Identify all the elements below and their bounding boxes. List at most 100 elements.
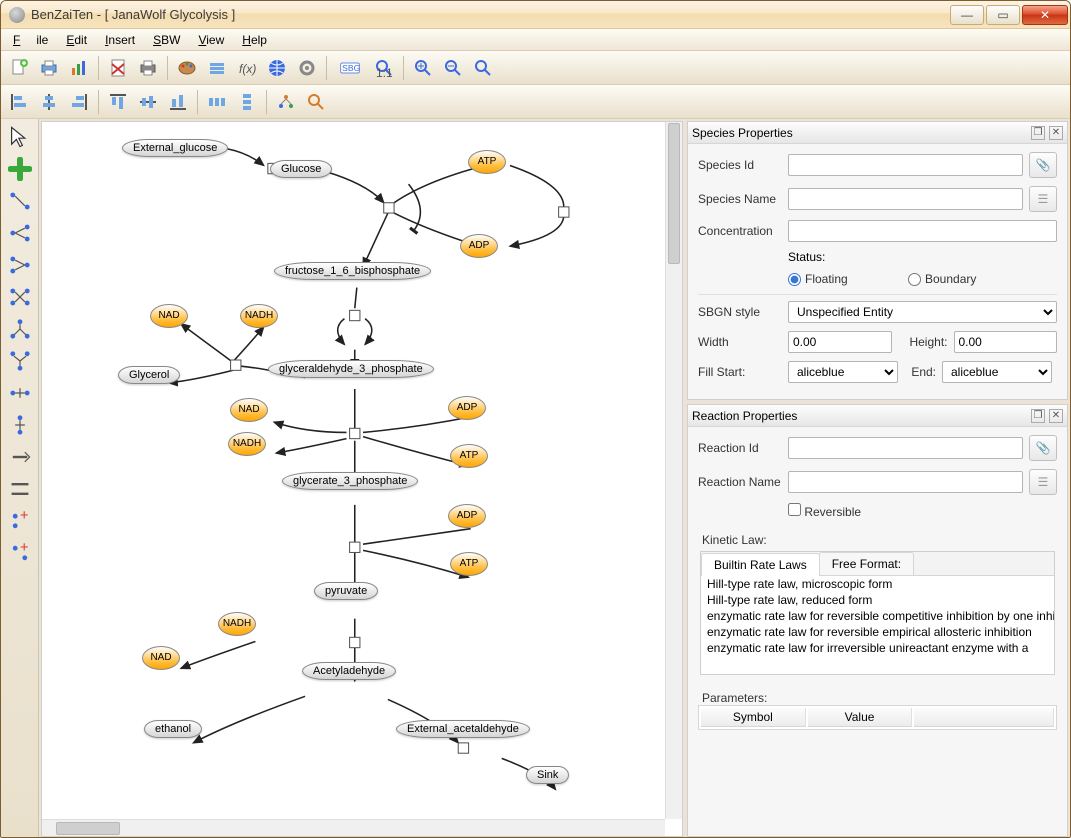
- reaction2-tool-icon[interactable]: [8, 221, 32, 245]
- reaction4-tool-icon[interactable]: [8, 285, 32, 309]
- zoom-out-icon[interactable]: [439, 54, 467, 82]
- panel-undock-icon[interactable]: ❐: [1031, 409, 1045, 423]
- node-nadh-1[interactable]: NADH: [240, 304, 278, 328]
- list-item[interactable]: enzymatic rate law for irreversible unir…: [701, 640, 1054, 656]
- node-adp-1[interactable]: ADP: [460, 234, 498, 258]
- node-g3p[interactable]: glycerate_3_phosphate: [282, 472, 418, 490]
- fill-start-select[interactable]: aliceblue: [788, 361, 898, 383]
- node-gap[interactable]: glyceraldehyde_3_phosphate: [268, 360, 434, 378]
- node-glycerol[interactable]: Glycerol: [118, 366, 180, 384]
- list-item[interactable]: enzymatic rate law for reversible empiri…: [701, 624, 1054, 640]
- reaction-id-input[interactable]: [788, 437, 1023, 459]
- chart-icon[interactable]: [65, 54, 93, 82]
- print2-icon[interactable]: [134, 54, 162, 82]
- node-acet[interactable]: Acetyladehyde: [302, 662, 396, 680]
- align-bottom-icon[interactable]: [164, 88, 192, 116]
- maximize-button[interactable]: ▭: [986, 5, 1020, 25]
- menu-insert[interactable]: Insert: [97, 31, 143, 49]
- reaction12-tool-icon[interactable]: +: [8, 541, 32, 565]
- node-adp-2[interactable]: ADP: [448, 396, 486, 420]
- pdf-icon[interactable]: [104, 54, 132, 82]
- menu-edit[interactable]: Edit: [58, 31, 95, 49]
- tab-free-format[interactable]: Free Format:: [819, 552, 914, 575]
- node-fbp[interactable]: fructose_1_6_bisphosphate: [274, 262, 431, 280]
- list-item[interactable]: Hill-type rate law, microscopic form: [701, 576, 1054, 592]
- node-atp-3[interactable]: ATP: [450, 552, 488, 576]
- sbgn-select[interactable]: Unspecified Entity: [788, 301, 1057, 323]
- globe-icon[interactable]: [263, 54, 291, 82]
- node-glucose[interactable]: Glucose: [270, 160, 332, 178]
- reversible-checkbox[interactable]: Reversible: [788, 503, 872, 519]
- reaction6-tool-icon[interactable]: [8, 349, 32, 373]
- node-atp-1[interactable]: ATP: [468, 150, 506, 174]
- menu-sbw[interactable]: SBW: [145, 31, 188, 49]
- align-top-icon[interactable]: [104, 88, 132, 116]
- floating-radio[interactable]: Floating: [788, 272, 872, 286]
- species-name-action-icon[interactable]: ☰: [1029, 186, 1057, 212]
- node-nad-1[interactable]: NAD: [150, 304, 188, 328]
- reaction-name-input[interactable]: [788, 471, 1023, 493]
- align-center-h-icon[interactable]: [35, 88, 63, 116]
- width-input[interactable]: [788, 331, 892, 353]
- node-atp-2[interactable]: ATP: [450, 444, 488, 468]
- fill-end-select[interactable]: aliceblue: [942, 361, 1052, 383]
- menu-view[interactable]: View: [190, 31, 232, 49]
- close-button[interactable]: ✕: [1022, 5, 1068, 25]
- height-input[interactable]: [954, 331, 1058, 353]
- node-external-glucose[interactable]: External_glucose: [122, 139, 228, 157]
- concentration-input[interactable]: [788, 220, 1057, 242]
- align-left-icon[interactable]: [5, 88, 33, 116]
- list-item[interactable]: enzymatic rate law for reversible compet…: [701, 608, 1054, 624]
- panel-close-icon[interactable]: ✕: [1049, 409, 1063, 423]
- node-ext-acet[interactable]: External_acetaldehyde: [396, 720, 530, 738]
- panel-close-icon[interactable]: ✕: [1049, 126, 1063, 140]
- cursor-tool-icon[interactable]: [8, 125, 32, 149]
- boundary-radio[interactable]: Boundary: [908, 272, 992, 286]
- node-pyruvate[interactable]: pyruvate: [314, 582, 378, 600]
- reaction-id-attach-icon[interactable]: 📎: [1029, 435, 1057, 461]
- zoom-11-icon[interactable]: 1:1: [370, 54, 398, 82]
- node-sink[interactable]: Sink: [526, 766, 569, 784]
- diagram-canvas[interactable]: External_glucose Glucose ATP ADP fructos…: [41, 121, 683, 837]
- reaction8-tool-icon[interactable]: [8, 413, 32, 437]
- reaction5-tool-icon[interactable]: [8, 317, 32, 341]
- minimize-button[interactable]: —: [950, 5, 984, 25]
- gear-icon[interactable]: [293, 54, 321, 82]
- tab-builtin[interactable]: Builtin Rate Laws: [701, 553, 820, 576]
- canvas-scrollbar-horizontal[interactable]: [42, 819, 665, 836]
- reaction-name-action-icon[interactable]: ☰: [1029, 469, 1057, 495]
- distribute-v-icon[interactable]: [233, 88, 261, 116]
- node-nadh-3[interactable]: NADH: [218, 612, 256, 636]
- menu-help[interactable]: Help: [234, 31, 275, 49]
- layout-icon[interactable]: [272, 88, 300, 116]
- print-icon[interactable]: [35, 54, 63, 82]
- align-right-icon[interactable]: [65, 88, 93, 116]
- fx-icon[interactable]: f(x): [233, 54, 261, 82]
- reaction10-tool-icon[interactable]: [8, 477, 32, 501]
- reaction-tool-icon[interactable]: [8, 189, 32, 213]
- node-nadh-2[interactable]: NADH: [228, 432, 266, 456]
- species-id-attach-icon[interactable]: 📎: [1029, 152, 1057, 178]
- zoom-fit-icon[interactable]: [469, 54, 497, 82]
- node-adp-3[interactable]: ADP: [448, 504, 486, 528]
- node-ethanol[interactable]: ethanol: [144, 720, 202, 738]
- distribute-h-icon[interactable]: [203, 88, 231, 116]
- panel-undock-icon[interactable]: ❐: [1031, 126, 1045, 140]
- canvas-scrollbar-vertical[interactable]: [665, 122, 682, 819]
- file-stack-icon[interactable]: [203, 54, 231, 82]
- reaction11-tool-icon[interactable]: +: [8, 509, 32, 533]
- sbgn-icon[interactable]: SBGN: [332, 54, 368, 82]
- zoom-in-icon[interactable]: [409, 54, 437, 82]
- rate-laws-list[interactable]: Hill-type rate law, microscopic form Hil…: [701, 576, 1054, 674]
- reaction7-tool-icon[interactable]: [8, 381, 32, 405]
- species-id-input[interactable]: [788, 154, 1023, 176]
- palette-icon[interactable]: [173, 54, 201, 82]
- species-name-input[interactable]: [788, 188, 1023, 210]
- search-icon[interactable]: [302, 88, 330, 116]
- node-nad-2[interactable]: NAD: [230, 398, 268, 422]
- reaction3-tool-icon[interactable]: [8, 253, 32, 277]
- reaction9-tool-icon[interactable]: [8, 445, 32, 469]
- new-doc-icon[interactable]: [5, 54, 33, 82]
- node-nad-3[interactable]: NAD: [142, 646, 180, 670]
- menu-file[interactable]: File: [5, 31, 56, 49]
